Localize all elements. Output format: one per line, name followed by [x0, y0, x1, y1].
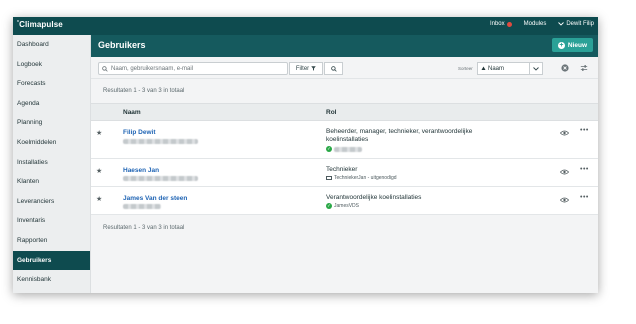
sliders-icon: [580, 65, 588, 71]
eye-icon[interactable]: [560, 129, 569, 137]
results-count: Resultaten 1 - 3 van 3 in totaal: [103, 88, 185, 94]
user-role: Verantwoordelijke koelinstallaties: [326, 194, 422, 201]
user-role: Technieker: [326, 166, 358, 173]
check-icon: ✓: [326, 203, 332, 209]
mail-icon: [326, 175, 332, 181]
toolbar: Naam, gebruikersnaam, e-mail Filter Sort…: [91, 57, 598, 79]
table-header: Naam Rol: [91, 103, 598, 121]
sidebar-item-klanten[interactable]: Klanten: [13, 172, 90, 192]
top-bar: °Climapulse Inbox Modules Dewit Filip: [13, 17, 598, 35]
new-user-button[interactable]: + Nieuw: [552, 38, 593, 52]
results-count-bottom: Resultaten 1 - 3 van 3 in totaal: [91, 215, 598, 241]
user-role: Beheerder, manager, technieker, verantwo…: [326, 128, 473, 143]
chevron-down-icon: [533, 66, 539, 71]
user-name-link[interactable]: Haesen Jan: [123, 167, 159, 174]
main-content: Gebruikers + Nieuw Naam, gebruikersnaam,…: [91, 35, 598, 293]
sidebar-item-logboek[interactable]: Logboek: [13, 55, 90, 75]
modules-link[interactable]: Modules: [524, 21, 547, 27]
clear-filters-button[interactable]: [560, 63, 570, 73]
more-actions-icon[interactable]: •••: [580, 127, 589, 134]
inbox-link[interactable]: Inbox: [490, 21, 512, 27]
user-menu[interactable]: Dewit Filip: [558, 21, 594, 27]
brand-name: Climapulse: [19, 20, 63, 29]
app-window: °Climapulse Inbox Modules Dewit Filip Da…: [13, 17, 598, 293]
sidebar-item-agenda[interactable]: Agenda: [13, 94, 90, 114]
sidebar-item-planning[interactable]: Planning: [13, 113, 90, 133]
redacted-username: [334, 146, 362, 152]
inbox-label: Inbox: [489, 21, 505, 27]
filter-label: Filter: [295, 65, 310, 72]
sort-value: Naam: [488, 65, 505, 72]
sidebar-item-inventaris[interactable]: Inventaris: [13, 211, 90, 231]
sidebar-item-installaties[interactable]: Installaties: [13, 153, 90, 173]
sidebar-item-koelmiddelen[interactable]: Koelmiddelen: [13, 133, 90, 153]
sidebar-item-dashboard[interactable]: Dashboard: [13, 35, 90, 55]
brand-logo[interactable]: °Climapulse: [17, 20, 63, 29]
eye-icon[interactable]: [560, 196, 569, 204]
user-name: Dewit Filip: [566, 21, 594, 27]
top-nav: Inbox Modules Dewit Filip: [490, 21, 594, 27]
funnel-icon: [311, 66, 316, 71]
sort-ascending-icon: [481, 66, 486, 70]
inbox-badge: [506, 21, 512, 27]
user-username: JamesVDS: [334, 203, 360, 209]
sidebar: Dashboard Logboek Forecasts Agenda Plann…: [13, 35, 91, 293]
sidebar-item-leveranciers[interactable]: Leveranciers: [13, 192, 90, 212]
sidebar-item-forecasts[interactable]: Forecasts: [13, 74, 90, 94]
user-status: TechniekerJan - uitgenodigd: [326, 175, 397, 181]
search-icon: [102, 65, 108, 72]
user-name-link[interactable]: Filip Dewit: [123, 129, 156, 136]
new-button-label: Nieuw: [567, 41, 588, 49]
sidebar-item-kennisbank[interactable]: Kennisbank: [13, 270, 90, 290]
search-input[interactable]: Naam, gebruikersnaam, e-mail: [98, 62, 288, 75]
plus-icon: +: [557, 41, 565, 49]
redacted-email: [123, 139, 198, 144]
search-icon: [330, 65, 337, 72]
column-header-role: Rol: [326, 109, 337, 116]
user-name-link[interactable]: James Van der steen: [123, 195, 187, 202]
sidebar-item-rapporten[interactable]: Rapporten: [13, 231, 90, 251]
redacted-email: [123, 204, 161, 209]
table-row[interactable]: ★ Filip Dewit Beheerder, manager, techni…: [91, 121, 598, 159]
sort-label: Sorteer: [458, 66, 473, 71]
search-button[interactable]: [324, 62, 343, 75]
page-title: Gebruikers: [98, 40, 146, 50]
user-status: ✓: [326, 146, 362, 152]
search-placeholder: Naam, gebruikersnaam, e-mail: [111, 65, 194, 72]
sort-dropdown-toggle[interactable]: [529, 63, 542, 74]
star-icon[interactable]: ★: [96, 129, 102, 137]
user-username: TechniekerJan - uitgenodigd: [334, 175, 397, 181]
chevron-down-icon: [558, 22, 565, 26]
eye-icon[interactable]: [560, 168, 569, 176]
redacted-email: [123, 176, 198, 181]
check-icon: ✓: [326, 146, 332, 152]
columns-settings-button[interactable]: [579, 63, 589, 73]
user-status: ✓ JamesVDS: [326, 203, 359, 209]
page-header: Gebruikers + Nieuw: [91, 35, 598, 57]
star-icon[interactable]: ★: [96, 167, 102, 175]
more-actions-icon[interactable]: •••: [580, 166, 589, 173]
more-actions-icon[interactable]: •••: [580, 194, 589, 201]
sort-select[interactable]: Naam: [477, 62, 543, 75]
sidebar-item-gebruikers[interactable]: Gebruikers: [13, 250, 90, 271]
column-header-name[interactable]: Naam: [123, 109, 141, 116]
star-icon[interactable]: ★: [96, 195, 102, 203]
table-row[interactable]: ★ Haesen Jan Technieker TechniekerJan - …: [91, 159, 598, 187]
close-circle-icon: [561, 64, 569, 72]
table-row[interactable]: ★ James Van der steen Verantwoordelijke …: [91, 187, 598, 215]
filter-button[interactable]: Filter: [289, 62, 323, 75]
users-table: Naam Rol ★ Filip Dewit Beheerder, manage…: [91, 103, 598, 215]
